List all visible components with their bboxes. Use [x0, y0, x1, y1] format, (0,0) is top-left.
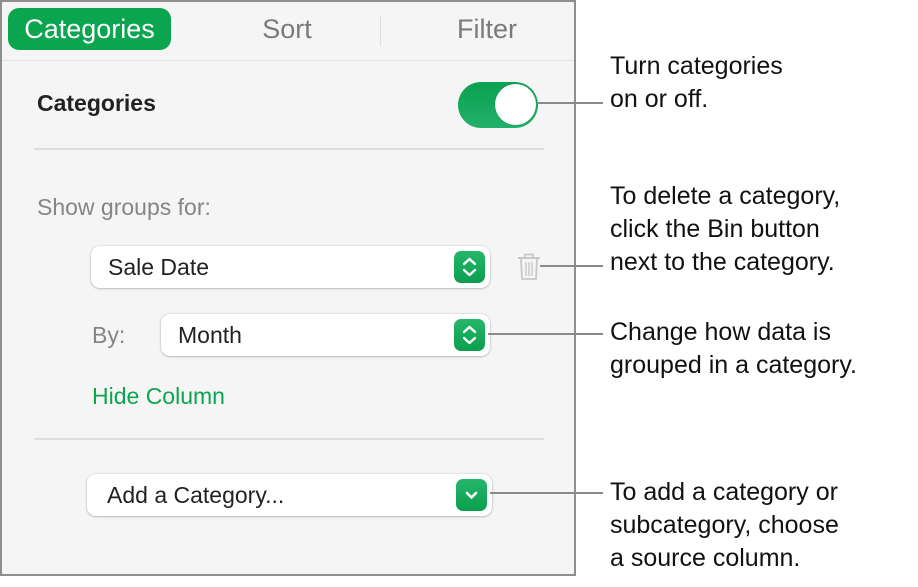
section-divider — [34, 438, 544, 440]
trash-bin-icon[interactable] — [515, 252, 543, 282]
tab-divider — [380, 16, 381, 46]
categories-toggle[interactable] — [458, 82, 538, 128]
group-by-value: Month — [178, 322, 242, 348]
section-divider — [34, 148, 544, 150]
callout-toggle: Turn categories on or off. — [610, 52, 783, 113]
categories-heading: Categories — [37, 90, 156, 116]
callout-line-add-category — [490, 492, 603, 494]
add-category-value: Add a Category... — [107, 482, 285, 508]
hide-column-link[interactable]: Hide Column — [92, 383, 225, 410]
group-by-popup[interactable]: Month — [161, 314, 490, 356]
tab-categories[interactable]: Categories — [8, 8, 171, 50]
by-label: By: — [92, 322, 126, 348]
tab-filter[interactable]: Filter — [432, 8, 542, 50]
callout-add-category: To add a category or subcategory, choose… — [610, 478, 839, 572]
toggle-knob — [495, 84, 536, 125]
group-column-value: Sale Date — [108, 254, 210, 280]
up-down-chevron-icon — [454, 319, 485, 351]
callout-line-toggle — [537, 102, 603, 104]
group-column-popup[interactable]: Sale Date — [91, 246, 490, 288]
up-down-chevron-icon — [454, 251, 485, 283]
chevron-down-icon — [456, 479, 487, 511]
tab-bar: Categories Sort Filter — [2, 2, 574, 61]
callout-delete: To delete a category, click the Bin butt… — [610, 182, 841, 276]
tab-sort[interactable]: Sort — [232, 8, 342, 50]
callout-group-by: Change how data is grouped in a category… — [610, 318, 857, 379]
callout-line-delete — [540, 265, 603, 267]
categories-panel: Categories Sort Filter Categories Show g… — [0, 0, 576, 576]
add-category-popup[interactable]: Add a Category... — [87, 474, 492, 516]
show-groups-label: Show groups for: — [37, 194, 211, 220]
callout-line-group-by — [488, 333, 603, 335]
